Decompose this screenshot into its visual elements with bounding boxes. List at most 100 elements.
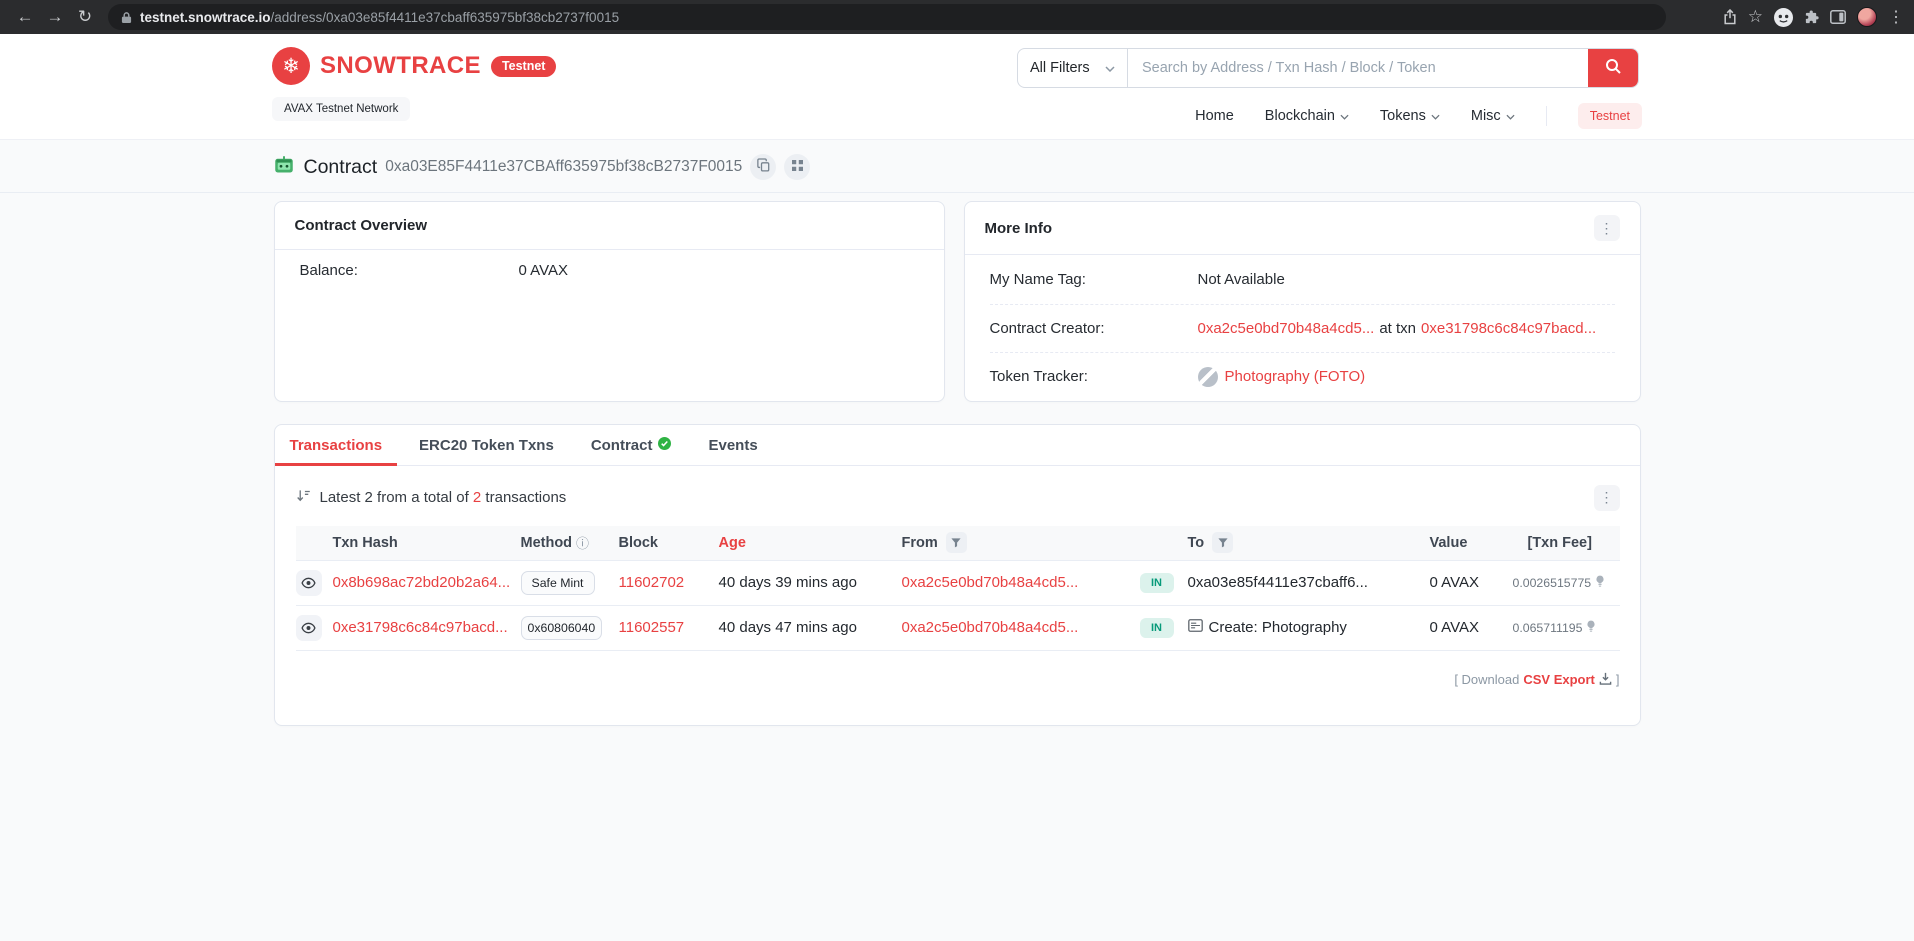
brand-testnet-badge: Testnet [490, 55, 557, 77]
eye-preview-button[interactable] [295, 569, 322, 596]
search-icon [1605, 58, 1622, 78]
brand-name: SNOWTRACE [320, 52, 481, 79]
contract-doc-icon [1187, 619, 1203, 636]
creator-address-link[interactable]: 0xa2c5e0bd70b48a4cd5... [1198, 320, 1375, 337]
nav-divider [1545, 106, 1547, 126]
value-cell: 0 AVAX [1429, 619, 1479, 636]
tab-transactions[interactable]: Transactions [274, 425, 398, 466]
qr-code-button[interactable] [784, 154, 811, 180]
method-badge: 0x60806040 [520, 615, 603, 640]
profile-avatar[interactable] [1857, 7, 1877, 27]
nav-tokens[interactable]: Tokens [1380, 108, 1440, 124]
csv-export-link[interactable]: CSV Export [1523, 672, 1612, 688]
side-panel-icon[interactable] [1830, 10, 1846, 24]
address-bar[interactable]: testnet.snowtrace.io/address/0xa03e85f44… [108, 4, 1666, 30]
col-from: From [902, 532, 1140, 553]
page-title-section: Contract 0xa03E85F4411e37CBAff635975bf38… [0, 140, 1914, 193]
search-input[interactable] [1128, 49, 1588, 87]
token-tracker-link[interactable]: Photography (FOTO) [1225, 368, 1366, 385]
url-text: testnet.snowtrace.io/address/0xa03e85f44… [140, 10, 619, 25]
nav-misc[interactable]: Misc [1471, 108, 1515, 124]
direction-badge: IN [1139, 617, 1174, 638]
tab-events[interactable]: Events [693, 425, 772, 466]
transactions-menu-button[interactable]: ⋮ [1593, 484, 1620, 511]
browser-toolbar: ← → ↻ testnet.snowtrace.io/address/0xa03… [0, 0, 1914, 34]
lock-icon [121, 11, 132, 24]
browser-menu-icon[interactable]: ⋮ [1888, 7, 1904, 27]
browser-back-button[interactable]: ← [10, 3, 40, 31]
col-age[interactable]: Age [719, 535, 902, 551]
copy-address-button[interactable] [750, 154, 777, 180]
token-tracker-row: Token Tracker: Photography (FOTO) [989, 352, 1615, 401]
block-link[interactable]: 11602557 [619, 619, 719, 636]
table-row: 0xe31798c6c84c97bacd... 0x60806040 11602… [295, 606, 1620, 651]
bookmark-star-icon[interactable]: ☆ [1748, 7, 1763, 27]
more-info-card-title: More Info [984, 219, 1053, 237]
search-button[interactable] [1588, 49, 1638, 87]
url-domain: testnet.snowtrace.io [140, 9, 271, 25]
transactions-table-header: Txn Hash Method ⓘ Block Age From To Valu… [295, 525, 1620, 561]
col-value: Value [1429, 534, 1468, 551]
sort-icon [296, 489, 311, 507]
contract-address: 0xa03E85F4411e37CBAff635975bf38cB2737F00… [385, 158, 743, 175]
from-address-link[interactable]: 0xa2c5e0bd70b48a4cd5... [902, 619, 1140, 636]
search-bar: All Filters [1017, 48, 1639, 88]
col-block: Block [618, 534, 659, 551]
overview-card-title: Contract Overview [294, 217, 428, 234]
browser-forward-button[interactable]: → [40, 3, 70, 31]
snowtrace-logo[interactable]: ❄ SNOWTRACE Testnet [272, 47, 557, 85]
download-suffix: ] [1615, 672, 1620, 687]
method-badge: Safe Mint [520, 570, 595, 595]
eye-preview-button[interactable] [295, 614, 322, 641]
verified-check-icon [658, 436, 672, 454]
chevron-down-icon [1431, 108, 1440, 124]
download-icon [1599, 672, 1612, 688]
tab-erc20-token-txns[interactable]: ERC20 Token Txns [404, 425, 569, 466]
to-filter-button[interactable] [1212, 532, 1234, 553]
gas-bulb-icon [1586, 619, 1596, 637]
page-title: Contract [303, 155, 378, 178]
contract-overview-card: Contract Overview Balance: 0 AVAX [273, 201, 945, 402]
value-cell: 0 AVAX [1429, 574, 1479, 591]
transactions-count: 2 [472, 489, 482, 506]
main-nav: Home Blockchain Tokens Misc Testnet [1195, 103, 1642, 129]
download-prefix: [ Download [1454, 672, 1520, 687]
direction-badge: IN [1139, 572, 1174, 593]
name-tag-value: Not Available [1197, 270, 1285, 288]
txn-fee-value: 0.065711195 [1512, 620, 1583, 635]
at-txn-text: at txn [1379, 319, 1417, 337]
nav-blockchain[interactable]: Blockchain [1265, 108, 1349, 124]
balance-label: Balance: [299, 262, 358, 279]
txn-fee-value: 0.0026515775 [1512, 575, 1592, 590]
chevron-down-icon [1506, 108, 1515, 124]
nav-testnet-badge[interactable]: Testnet [1577, 103, 1642, 129]
share-icon[interactable] [1723, 9, 1737, 25]
nav-home[interactable]: Home [1195, 108, 1234, 124]
contract-avatar [274, 155, 294, 180]
gas-bulb-icon [1595, 574, 1605, 592]
txn-hash-link[interactable]: 0x8b698ac72bd20b2a64... [333, 574, 521, 591]
tab-contract[interactable]: Contract [576, 425, 687, 466]
extension-avatar-icon[interactable] [1774, 7, 1793, 27]
network-label: AVAX Testnet Network [272, 97, 411, 121]
age-value: 40 days 39 mins ago [718, 574, 857, 591]
table-row: 0x8b698ac72bd20b2a64... Safe Mint 116027… [295, 561, 1620, 606]
creator-txn-link[interactable]: 0xe31798c6c84c97bacd... [1421, 320, 1596, 337]
txn-hash-link[interactable]: 0xe31798c6c84c97bacd... [333, 619, 521, 636]
block-link[interactable]: 11602702 [619, 574, 719, 591]
name-tag-row: My Name Tag: Not Available [990, 255, 1615, 304]
from-filter-button[interactable] [945, 532, 967, 553]
method-info-icon[interactable]: ⓘ [576, 533, 589, 552]
col-txn-fee: [Txn Fee] [1527, 534, 1592, 551]
token-tracker-label: Token Tracker: [989, 368, 1088, 386]
name-tag-label: My Name Tag: [989, 270, 1086, 288]
from-address-link[interactable]: 0xa2c5e0bd70b48a4cd5... [902, 574, 1140, 591]
search-filter-label: All Filters [1030, 60, 1090, 76]
chevron-down-icon [1340, 108, 1349, 124]
extensions-puzzle-icon[interactable] [1804, 9, 1819, 25]
to-address: 0xa03e85f4411e37cbaff6... [1187, 574, 1368, 591]
search-filter-dropdown[interactable]: All Filters [1018, 49, 1128, 87]
contract-creator-label: Contract Creator: [989, 319, 1105, 337]
more-info-menu-button[interactable]: ⋮ [1593, 215, 1620, 241]
browser-refresh-button[interactable]: ↻ [70, 3, 100, 31]
